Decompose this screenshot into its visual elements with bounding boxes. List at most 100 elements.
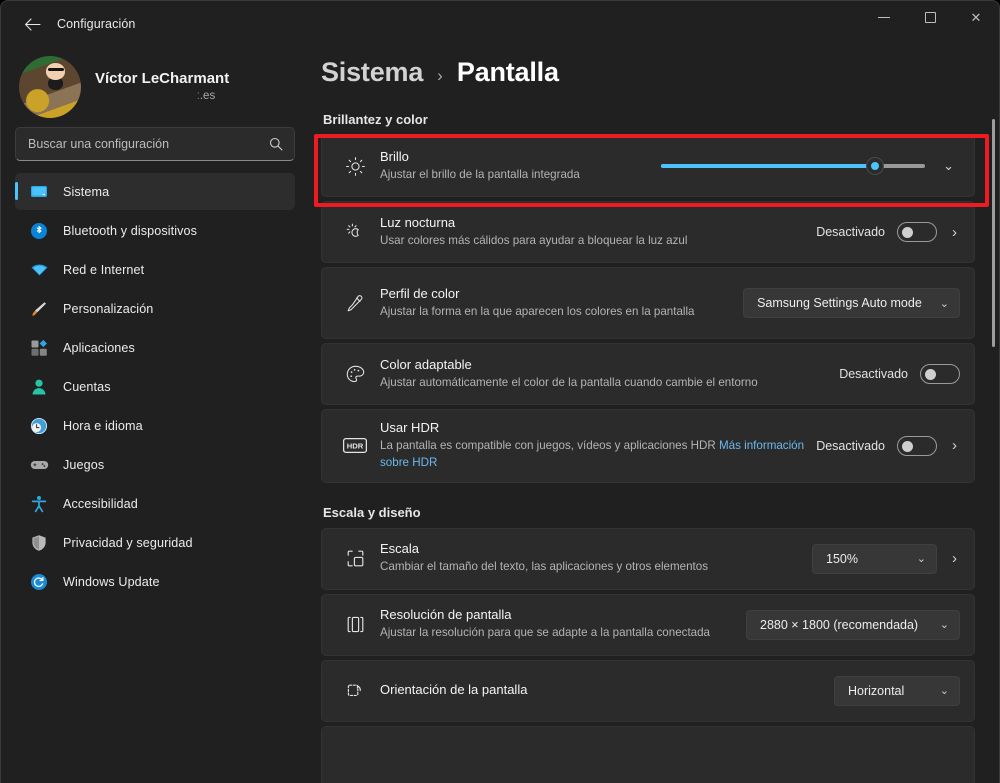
row-luz-nocturna[interactable]: Luz nocturna Usar colores más cálidos pa… bbox=[321, 201, 975, 263]
back-button[interactable] bbox=[15, 9, 49, 39]
row-resolucion-de-pantalla[interactable]: Resolución de pantalla Ajustar la resolu… bbox=[321, 593, 975, 656]
sidebar-item-label: Personalización bbox=[63, 301, 154, 316]
sidebar-item-privacidad-y-seguridad[interactable]: Privacidad y seguridad bbox=[15, 524, 295, 561]
maximize-button[interactable] bbox=[907, 1, 953, 33]
search-box[interactable] bbox=[15, 127, 295, 161]
chevron-down-icon[interactable]: ⌄ bbox=[937, 158, 960, 174]
apps-icon bbox=[29, 338, 49, 358]
row-description: Cambiar el tamaño del texto, las aplicac… bbox=[380, 560, 709, 574]
sidebar-item-sistema[interactable]: Sistema bbox=[15, 173, 295, 210]
chevron-down-icon: ⌄ bbox=[916, 553, 926, 566]
row-description: Ajustar el brillo de la pantalla integra… bbox=[380, 167, 580, 181]
account-card[interactable]: Víctor LeCharmant ː.es bbox=[15, 53, 295, 121]
row-perfil-de-color-controls: Samsung Settings Auto mode ⌄ bbox=[743, 288, 960, 318]
row-color-adaptable-body: Color adaptable Ajustar automáticamente … bbox=[380, 357, 839, 392]
sidebar-item-cuentas[interactable]: Cuentas bbox=[15, 368, 295, 405]
scale-dropdown[interactable]: 150% ⌄ bbox=[812, 543, 937, 574]
row-resolucion-body: Resolución de pantalla Ajustar la resolu… bbox=[380, 607, 746, 642]
chevron-right-icon[interactable]: › bbox=[949, 437, 960, 454]
page-title: Pantalla bbox=[456, 57, 559, 87]
title-bar: Configuración ✕ bbox=[1, 1, 999, 47]
row-escala-controls: 150% ⌄ › bbox=[812, 543, 960, 574]
window-controls: ✕ bbox=[861, 1, 999, 47]
svg-text:HDR: HDR bbox=[347, 442, 364, 451]
row-title: Color adaptable bbox=[380, 356, 472, 372]
color-profile-dropdown[interactable]: Samsung Settings Auto mode ⌄ bbox=[743, 288, 960, 318]
dropdown-value: 150% bbox=[826, 551, 858, 566]
resolution-dropdown[interactable]: 2880 × 1800 (recomendada) ⌄ bbox=[746, 609, 960, 640]
accessibility-icon bbox=[29, 494, 49, 514]
adaptive-color-toggle[interactable] bbox=[920, 364, 960, 384]
sidebar-item-windows-update[interactable]: Windows Update bbox=[15, 563, 295, 600]
sidebar-item-label: Red e Internet bbox=[63, 262, 145, 277]
row-orientacion-controls: Horizontal ⌄ bbox=[834, 675, 960, 706]
row-luz-nocturna-controls: Desactivado › bbox=[816, 222, 960, 242]
orientation-dropdown[interactable]: Horizontal ⌄ bbox=[834, 675, 960, 706]
row-title: Brillo bbox=[380, 148, 409, 164]
brightness-slider[interactable] bbox=[661, 156, 926, 176]
sidebar-item-personalizacion[interactable]: Personalización bbox=[15, 290, 295, 327]
row-usar-hdr-body: Usar HDR La pantalla es compatible con j… bbox=[380, 420, 816, 472]
avatar bbox=[19, 56, 81, 118]
section-title-escala-y-diseno: Escala y diseño bbox=[323, 504, 421, 520]
row-title: Usar HDR bbox=[380, 420, 440, 435]
close-button[interactable]: ✕ bbox=[953, 1, 999, 33]
row-color-adaptable[interactable]: Color adaptable Ajustar automáticamente … bbox=[321, 343, 975, 405]
monitor-icon bbox=[29, 182, 49, 202]
row-usar-hdr[interactable]: HDR Usar HDR La pantalla es compatible c… bbox=[321, 409, 975, 483]
scale-icon bbox=[338, 548, 372, 569]
sidebar-item-aplicaciones[interactable]: Aplicaciones bbox=[15, 329, 295, 366]
row-description: Usar colores más cálidos para ayudar a b… bbox=[380, 233, 688, 247]
sidebar-item-label: Bluetooth y dispositivos bbox=[63, 223, 198, 238]
row-escala[interactable]: Escala Cambiar el tamaño del texto, las … bbox=[321, 527, 975, 590]
settings-window: Configuración ✕ Víctor LeCharmant ː.es B… bbox=[0, 0, 1000, 783]
shield-icon bbox=[29, 533, 49, 553]
row-orientacion-de-la-pantalla[interactable]: Orientación de la pantalla Horizontal ⌄ bbox=[321, 659, 975, 722]
account-text: Víctor LeCharmant ː.es bbox=[95, 69, 229, 105]
brightness-icon bbox=[338, 156, 372, 177]
sidebar-item-red-e-internet[interactable]: Red e Internet bbox=[15, 251, 295, 288]
breadcrumb-root[interactable]: Sistema bbox=[321, 57, 423, 88]
status-badge: Desactivado bbox=[816, 438, 885, 453]
sidebar-item-label: Cuentas bbox=[63, 379, 111, 394]
search-icon bbox=[269, 137, 283, 151]
maximize-icon bbox=[924, 11, 936, 23]
toggle-knob bbox=[902, 440, 913, 452]
chevron-right-icon[interactable]: › bbox=[949, 224, 960, 241]
update-icon bbox=[29, 572, 49, 592]
row-brillo-controls: ⌄ bbox=[661, 156, 960, 176]
sidebar-item-juegos[interactable]: Juegos bbox=[15, 446, 295, 483]
minimize-button[interactable] bbox=[861, 1, 907, 33]
sidebar-item-hora-e-idioma[interactable]: Hora e idioma bbox=[15, 407, 295, 444]
hdr-toggle[interactable] bbox=[897, 435, 937, 456]
toggle-knob bbox=[925, 369, 936, 380]
row-next-partial[interactable] bbox=[321, 725, 975, 783]
minimize-icon bbox=[878, 16, 890, 18]
content-scrollbar[interactable] bbox=[992, 119, 995, 347]
sidebar-item-accesibilidad[interactable]: Accesibilidad bbox=[15, 485, 295, 522]
row-orientacion-body: Orientación de la pantalla bbox=[380, 682, 834, 700]
night-light-toggle[interactable] bbox=[897, 222, 937, 242]
row-description-text: La pantalla es compatible con juegos, ví… bbox=[380, 439, 716, 452]
search-input[interactable] bbox=[16, 137, 294, 151]
sidebar-item-label: Privacidad y seguridad bbox=[63, 535, 193, 550]
row-description: Ajustar automáticamente el color de la p… bbox=[380, 375, 758, 389]
row-brillo[interactable]: Brillo Ajustar el brillo de la pantalla … bbox=[321, 135, 975, 197]
slider-thumb[interactable] bbox=[866, 158, 883, 174]
status-badge: Desactivado bbox=[816, 225, 885, 239]
row-description: Ajustar la forma en la que aparecen los … bbox=[380, 304, 695, 318]
bluetooth-icon bbox=[29, 221, 49, 241]
sidebar-item-label: Windows Update bbox=[63, 574, 160, 589]
dropdown-value: 2880 × 1800 (recomendada) bbox=[760, 617, 919, 632]
chevron-right-icon[interactable]: › bbox=[949, 550, 960, 567]
resolution-icon bbox=[338, 614, 372, 635]
sidebar-item-bluetooth-y-dispositivos[interactable]: Bluetooth y dispositivos bbox=[15, 212, 295, 249]
night-light-icon bbox=[338, 222, 372, 243]
dropdown-value: Samsung Settings Auto mode bbox=[757, 296, 922, 310]
sidebar-item-label: Hora e idioma bbox=[63, 418, 143, 433]
row-perfil-de-color-body: Perfil de color Ajustar la forma en la q… bbox=[380, 286, 743, 321]
orientation-icon bbox=[338, 680, 372, 701]
sidebar-item-label: Aplicaciones bbox=[63, 340, 135, 355]
row-resolucion-controls: 2880 × 1800 (recomendada) ⌄ bbox=[746, 609, 960, 640]
row-perfil-de-color[interactable]: Perfil de color Ajustar la forma en la q… bbox=[321, 267, 975, 339]
